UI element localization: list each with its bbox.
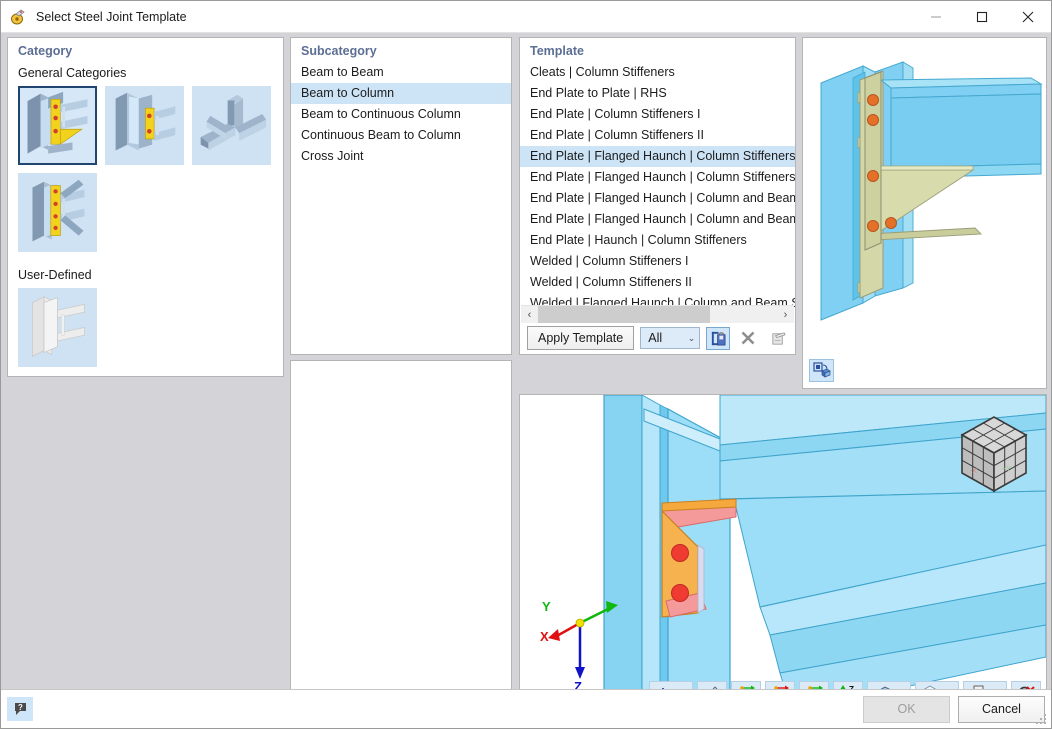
template-item[interactable]: End Plate | Flanged Haunch | Column and … [520, 188, 795, 209]
svg-text:+Y: +Y [1002, 466, 1011, 473]
maximize-button[interactable] [959, 2, 1005, 32]
template-toolbar: Apply Template All ⌄ [521, 323, 794, 353]
category-thumb-beam-to-column-haunch[interactable] [18, 86, 97, 165]
subcategory-item[interactable]: Beam to Beam [291, 62, 511, 83]
template-filter-select[interactable]: All ⌄ [640, 327, 701, 349]
delete-template-button[interactable] [736, 327, 760, 350]
template-item[interactable]: End Plate | Flanged Haunch | Column and … [520, 209, 795, 230]
scroll-right-arrow-icon[interactable]: › [777, 306, 794, 323]
category-thumb-braced-column-joint[interactable] [18, 173, 97, 252]
category-panel: Category General Categories User-Defined [7, 37, 284, 377]
steel-joint-app-icon [8, 7, 28, 27]
template-horizontal-scrollbar[interactable]: ‹ › [521, 305, 794, 323]
chevron-down-icon: ⌄ [687, 332, 696, 343]
template-item[interactable]: Welded | Column Stiffeners II [520, 272, 795, 293]
svg-text:?: ? [18, 703, 23, 712]
template-filter-value: All [648, 331, 663, 345]
help-button[interactable]: ? [7, 697, 33, 721]
svg-text:-X: -X [970, 468, 977, 475]
template-item[interactable]: Welded | Column Stiffeners I [520, 251, 795, 272]
scroll-track[interactable] [538, 306, 777, 323]
scroll-left-arrow-icon[interactable]: ‹ [521, 306, 538, 323]
template-item[interactable]: End Plate | Haunch | Column Stiffeners [520, 230, 795, 251]
template-item[interactable]: End Plate | Flanged Haunch | Column Stif… [520, 167, 795, 188]
template-item[interactable]: End Plate | Column Stiffeners II [520, 125, 795, 146]
general-categories-row-2 [8, 173, 283, 252]
subcategory-panel: Subcategory Beam to Beam Beam to Column Be… [290, 37, 512, 355]
joint-preview-panel[interactable] [802, 37, 1047, 389]
template-panel-title: Template [530, 44, 584, 58]
template-item[interactable]: End Plate | Flanged Haunch | Column Stif… [520, 146, 795, 167]
category-thumb-cross-joint-hollow-section[interactable] [192, 86, 271, 165]
svg-text:Y: Y [542, 599, 551, 614]
user-defined-row [8, 288, 283, 367]
template-panel: Template Cleats | Column Stiffeners End P… [519, 37, 796, 355]
subcategory-item[interactable]: Cross Joint [291, 146, 511, 167]
subcategory-panel-title: Subcategory [301, 44, 377, 58]
resize-grip[interactable] [1036, 714, 1048, 726]
joint-viewport-panel[interactable]: X Y Z -X +Y [519, 394, 1047, 712]
apply-template-button[interactable]: Apply Template [527, 326, 635, 350]
subcategory-list[interactable]: Beam to Beam Beam to Column Beam to Contin… [291, 62, 511, 167]
window-title: Select Steel Joint Template [36, 9, 187, 24]
general-categories-label: General Categories [18, 66, 127, 80]
category-thumb-beam-to-beam-endplate[interactable] [105, 86, 184, 165]
user-defined-label: User-Defined [18, 268, 92, 282]
dialog-footer: ? OK Cancel [1, 689, 1051, 728]
title-bar: Select Steel Joint Template [1, 1, 1051, 33]
subcategory-item[interactable]: Beam to Column [291, 83, 511, 104]
preview-render-mode-button[interactable] [809, 359, 834, 382]
svg-text:X: X [540, 629, 549, 644]
template-item[interactable]: Cleats | Column Stiffeners [520, 62, 795, 83]
joint-viewport-3d[interactable]: X Y Z -X +Y [520, 395, 1046, 711]
category-panel-title: Category [18, 44, 73, 58]
subcategory-detail-panel [290, 360, 512, 712]
template-list[interactable]: Cleats | Column Stiffeners End Plate to P… [520, 62, 795, 314]
minimize-button[interactable] [913, 2, 959, 32]
rename-template-button[interactable] [766, 327, 790, 350]
save-template-button[interactable] [706, 326, 731, 350]
scroll-thumb[interactable] [538, 306, 711, 323]
dialog-content: Category General Categories User-Defined… [1, 33, 1051, 712]
template-item[interactable]: End Plate | Column Stiffeners I [520, 104, 795, 125]
category-thumb-user-defined[interactable] [18, 288, 97, 367]
subcategory-item[interactable]: Beam to Continuous Column [291, 104, 511, 125]
subcategory-item[interactable]: Continuous Beam to Column [291, 125, 511, 146]
close-button[interactable] [1005, 2, 1051, 32]
general-categories-row-1 [8, 86, 283, 165]
ok-button[interactable]: OK [863, 695, 950, 723]
template-item[interactable]: End Plate to Plate | RHS [520, 83, 795, 104]
dialog-window: Select Steel Joint Template Category Gen… [0, 0, 1052, 729]
cancel-button[interactable]: Cancel [958, 695, 1045, 723]
joint-preview-3d[interactable] [803, 38, 1046, 368]
